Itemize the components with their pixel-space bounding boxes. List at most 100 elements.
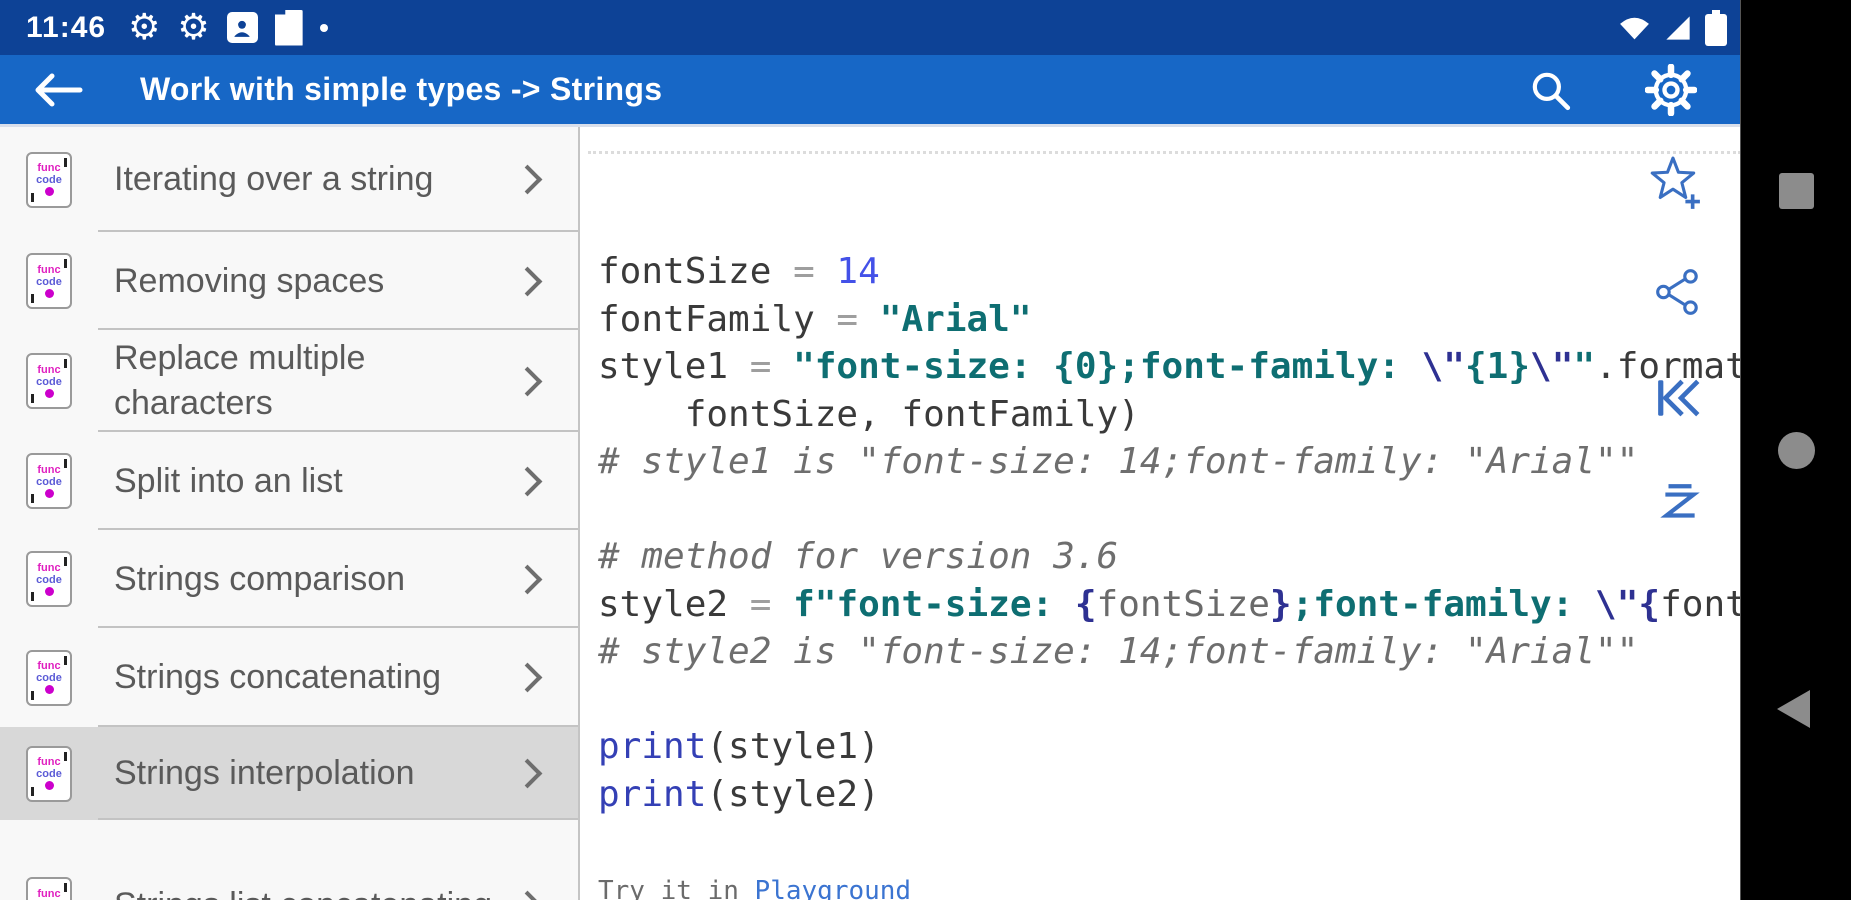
chevron-right-icon [512, 564, 543, 594]
sidebar-item-label: Strings concatenating [114, 658, 441, 696]
code-token: style2 [598, 583, 729, 625]
doc-icon-dot [44, 388, 54, 398]
sidebar-item-label: Replace multiple characters [114, 339, 366, 422]
recents-square-icon[interactable] [1779, 173, 1814, 209]
try-it-row: Try it in Playground [598, 868, 1741, 900]
gear-icon: ⚙ [177, 6, 210, 48]
code-token: } [1269, 583, 1292, 625]
code-line: fontFamily = "Arial" [598, 296, 1741, 344]
sidebar-item-strings-concatenating[interactable]: func code Strings concatenating [0, 628, 578, 727]
main-area: func code Iterating over a string func code R… [0, 127, 1741, 900]
sidebar-list: func code Iterating over a string func code R… [0, 127, 578, 900]
back-arrow-icon[interactable] [32, 70, 84, 110]
doc-icon-text: code [36, 768, 62, 780]
func-code-doc-icon: funccode [26, 353, 72, 409]
code-line: # style1 is "font-size: 14;font-family: … [598, 438, 1741, 486]
sidebar-item-split-into-an-list[interactable]: func code Split into an list [0, 432, 578, 530]
app-bar: Work with simple types -> Strings [0, 55, 1741, 127]
sidebar-item-strings-list-concatenating[interactable]: funccode Strings list concatenating [0, 820, 578, 900]
wifi-icon [1620, 17, 1649, 39]
code-line: print(style2) [598, 771, 1741, 819]
code-token: = [728, 346, 794, 387]
sidebar-item-strings-comparison[interactable]: func code Strings comparison [0, 530, 578, 628]
code-token: fontFamily [1660, 583, 1741, 625]
doc-icon-text: func [37, 463, 61, 476]
battery-icon [1705, 9, 1727, 46]
doc-icon-dot [44, 288, 54, 298]
code-token: \" [1595, 583, 1639, 625]
func-code-doc-icon: funccode [26, 253, 72, 309]
code-token: fontFamily [598, 298, 815, 340]
code-token: 14 [836, 251, 880, 292]
sidebar-item-replace-multiple-characters[interactable]: func code Replace multiple characters [0, 330, 578, 432]
code-token: {1} [1464, 346, 1531, 387]
app-screen: 11:46 ⚙ ⚙ Work with simple types -> Stri… [0, 0, 1851, 900]
code-token: # style1 is "font-size: 14;font-family: … [598, 441, 1639, 482]
settings-gear-icon[interactable] [1645, 63, 1697, 116]
back-triangle-icon[interactable] [1777, 690, 1810, 728]
code-token: ;font-family: [1291, 583, 1596, 625]
code-token: (style1) [706, 726, 880, 767]
chevron-right-icon [512, 758, 543, 789]
search-icon[interactable] [1527, 67, 1573, 113]
sidebar[interactable]: func code Iterating over a string func code R… [0, 127, 580, 900]
code-token: print [598, 773, 707, 815]
code-token: "Arial" [879, 298, 1032, 340]
sidebar-item-iterating-over-a-string[interactable]: func code Iterating over a string [0, 127, 578, 232]
code-line: # method for version 3.6 [598, 533, 1741, 581]
doc-icon-text: code [36, 573, 62, 586]
sidebar-item-label: Strings comparison [114, 559, 406, 598]
code-token: .format( [1595, 346, 1741, 387]
code-token: { [1074, 583, 1097, 625]
navigation-bar [1740, 0, 1851, 900]
code-line: # style2 is "font-size: 14;font-family: … [598, 628, 1741, 676]
code-line: fontSize = 14 [598, 248, 1741, 296]
code-token: = [728, 583, 794, 625]
func-code-doc-icon: funccode [26, 745, 72, 802]
func-code-doc-icon: funccode [26, 551, 72, 607]
code-line: print(style1) [598, 723, 1741, 771]
sidebar-item-label: Removing spaces [114, 261, 385, 300]
code-token: \" [1421, 346, 1465, 387]
func-code-doc-icon: funccode [26, 453, 72, 509]
chevron-right-icon [512, 164, 543, 195]
doc-icon-dot [44, 685, 54, 694]
status-left-icons: ⚙ ⚙ [128, 6, 328, 48]
func-code-doc-icon: funccode [26, 151, 72, 208]
doc-icon-dot [44, 781, 54, 790]
code-token: print [598, 726, 707, 767]
sidebar-item-label: Split into an list [114, 461, 343, 500]
code-block: fontSize = 14 fontFamily = "Arial" style1 … [598, 153, 1741, 900]
doc-icon-text: func [37, 756, 61, 768]
code-token: f"font-size: [793, 583, 1075, 625]
code-panel[interactable]: fontSize = 14 fontFamily = "Arial" style1 … [580, 127, 1741, 900]
func-code-doc-icon: funccode [26, 877, 72, 900]
dot-icon [319, 23, 328, 32]
sidebar-item-strings-interpolation[interactable]: func code Strings interpolation [0, 727, 578, 820]
doc-icon-text: func [37, 162, 61, 174]
doc-icon-text: func [37, 887, 61, 900]
clipboard-icon [274, 9, 303, 46]
doc-icon-text: code [36, 672, 62, 684]
code-token: # style2 is "font-size: 14;font-family: … [598, 631, 1639, 672]
doc-icon-text: code [36, 475, 62, 488]
code-token: = [814, 298, 880, 340]
playground-link[interactable]: Playground [755, 876, 912, 900]
sidebar-item-removing-spaces[interactable]: func code Removing spaces [0, 232, 578, 330]
status-time: 11:46 [26, 10, 107, 44]
status-bar: 11:46 ⚙ ⚙ [0, 0, 1741, 55]
chevron-right-icon [512, 662, 543, 693]
chevron-right-icon [512, 366, 543, 396]
doc-icon-dot [44, 187, 54, 196]
code-token: "font-size: {0};font-family: [793, 346, 1422, 387]
chevron-right-icon [512, 466, 543, 496]
chevron-right-icon [512, 890, 543, 900]
doc-icon-text: func [37, 561, 61, 574]
code-token: \" [1530, 346, 1574, 387]
home-circle-icon[interactable] [1778, 432, 1815, 469]
doc-icon-dot [44, 488, 54, 498]
doc-icon-text: code [36, 174, 62, 186]
